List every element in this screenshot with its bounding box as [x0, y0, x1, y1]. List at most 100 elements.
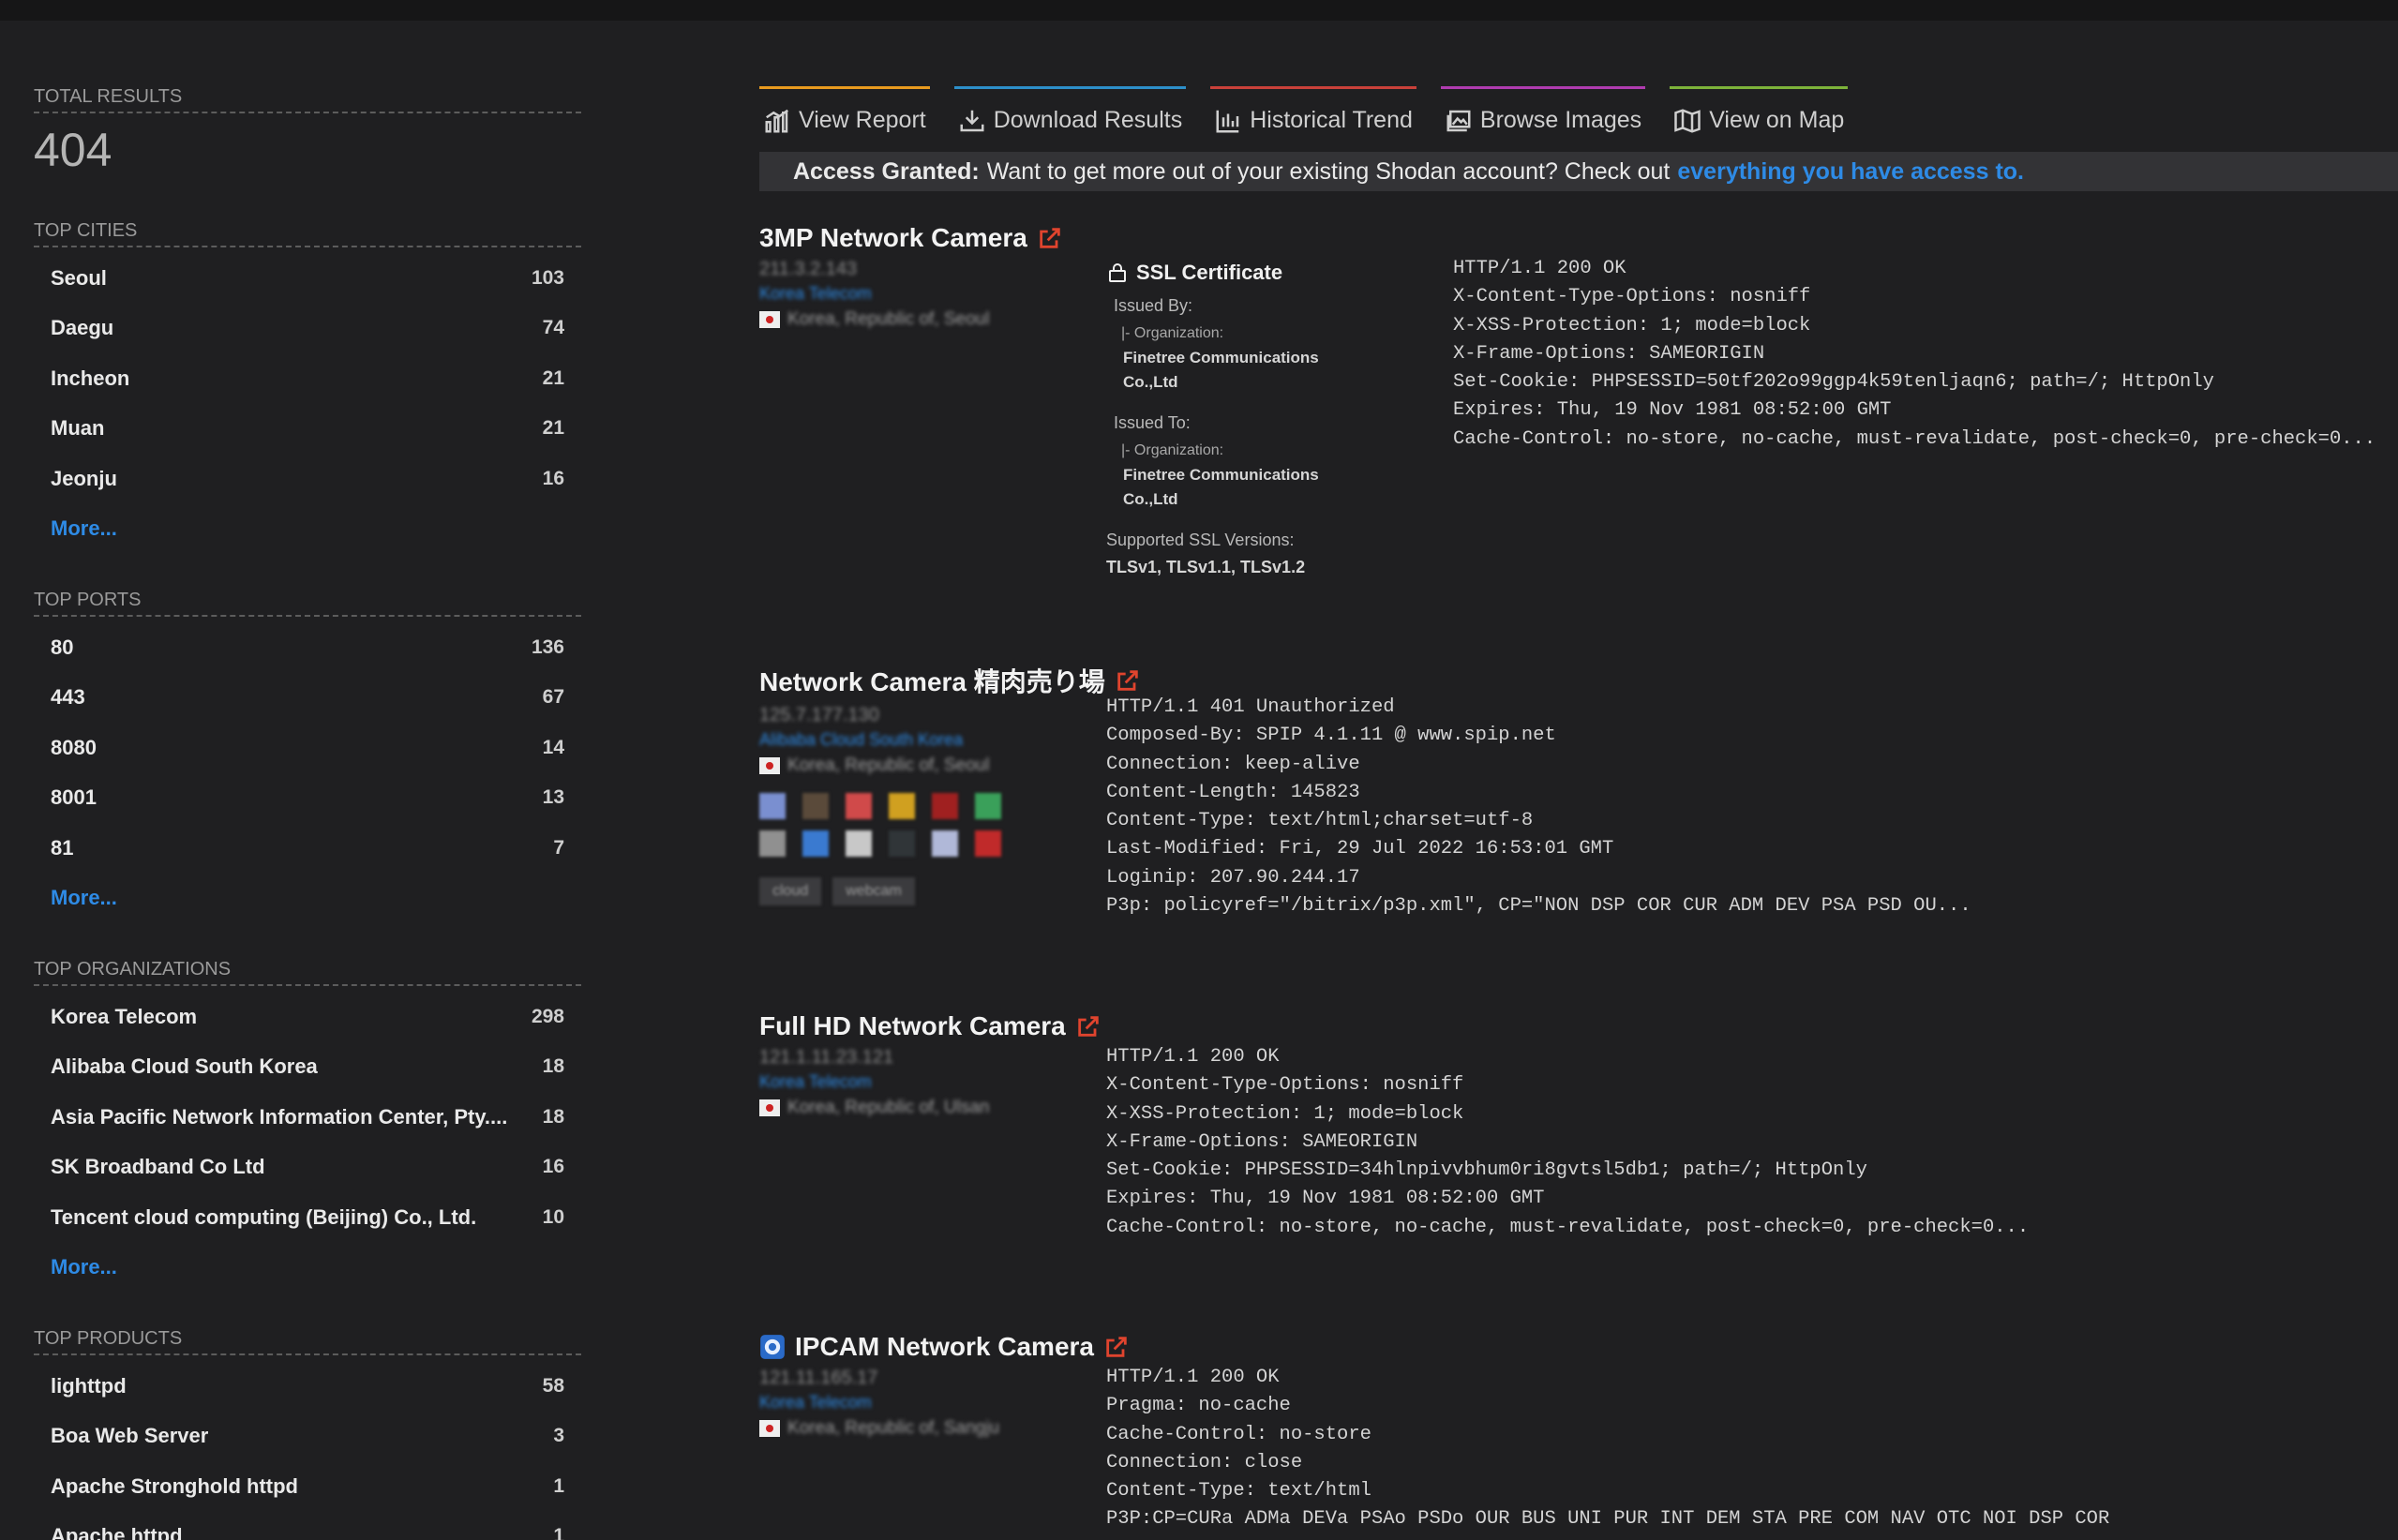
facet-item-port-80[interactable]: 80 136 — [34, 622, 581, 673]
facet-item-count: 58 — [542, 1374, 564, 1397]
thumbnail[interactable] — [846, 830, 872, 857]
thumbnail[interactable] — [846, 793, 872, 819]
flag-icon — [759, 757, 780, 774]
facet-item-org[interactable]: Korea Telecom 298 — [34, 992, 581, 1042]
tab-view-report[interactable]: View Report — [759, 86, 930, 139]
top-organizations-more-link[interactable]: More... — [34, 1243, 581, 1293]
facet-item-product[interactable]: Apache httpd 1 — [34, 1512, 581, 1540]
images-icon — [1446, 110, 1471, 131]
ssl-versions: TLSv1, TLSv1.1, TLSv1.2 — [1106, 558, 1306, 576]
top-organizations-facet: TOP ORGANIZATIONS Korea Telecom 298 Aliba… — [34, 959, 581, 1293]
tab-label: Historical Trend — [1250, 107, 1413, 133]
top-cities-facet: TOP CITIES Seoul 103 Daegu 74 Incheon 21 Mu… — [34, 220, 581, 554]
total-results-count: 404 — [34, 124, 112, 176]
flag-icon — [759, 1420, 780, 1437]
facet-item-count: 16 — [542, 467, 564, 489]
facet-title: TOP PORTS — [34, 590, 581, 617]
external-link-icon[interactable] — [1037, 225, 1063, 251]
facet-item-count: 74 — [542, 317, 564, 339]
facet-item-muan[interactable]: Muan 21 — [34, 404, 581, 455]
action-tabs: View Report Download Results Historical … — [759, 86, 2398, 139]
facet-item-org[interactable]: SK Broadband Co Ltd 16 — [34, 1143, 581, 1193]
tab-label: Download Results — [993, 107, 1183, 133]
facet-item-daegu[interactable]: Daegu 74 — [34, 304, 581, 354]
access-link[interactable]: everything you have access to. — [1677, 158, 2024, 186]
facet-item-count: 13 — [542, 786, 564, 809]
tab-historical-trend[interactable]: Historical Trend — [1210, 86, 1416, 139]
issued-by-label: Issued By: — [1114, 296, 1193, 315]
facet-item-name: Alibaba Cloud South Korea — [51, 1054, 318, 1079]
thumbnail[interactable] — [802, 830, 829, 857]
issued-to-org: Finetree Communications Co.,Ltd — [1123, 466, 1319, 508]
facet-item-org[interactable]: Asia Pacific Network Information Center,… — [34, 1092, 581, 1143]
facet-item-count: 10 — [542, 1205, 564, 1228]
facet-item-port-443[interactable]: 443 67 — [34, 673, 581, 724]
result-title-text: Network Camera 精肉売り場 — [759, 667, 1105, 696]
tag[interactable]: webcam — [832, 877, 915, 905]
facet-item-port-8080[interactable]: 8080 14 — [34, 723, 581, 773]
service-banner: HTTP/1.1 200 OK X-Content-Type-Options: … — [1106, 1046, 2030, 1238]
top-ports-more-link[interactable]: More... — [34, 874, 581, 924]
facet-item-incheon[interactable]: Incheon 21 — [34, 353, 581, 404]
facet-item-count: 136 — [531, 635, 564, 658]
external-link-icon[interactable] — [1075, 1013, 1102, 1039]
thumbnail[interactable] — [975, 830, 1001, 857]
facet-item-port-8001[interactable]: 8001 13 — [34, 773, 581, 824]
ssl-heading-text: SSL Certificate — [1136, 261, 1283, 284]
thumbnail[interactable] — [932, 793, 958, 819]
result-title[interactable]: Full HD Network Camera — [759, 1011, 2398, 1041]
thumbnail[interactable] — [889, 793, 915, 819]
thumbnail[interactable] — [975, 793, 1001, 819]
facet-item-count: 18 — [542, 1105, 564, 1128]
issued-by-org: Finetree Communications Co.,Ltd — [1123, 349, 1319, 391]
top-products-facet: TOP PRODUCTS lighttpd 58 Boa Web Server 3 … — [34, 1328, 581, 1540]
facet-item-port-81[interactable]: 81 7 — [34, 823, 581, 874]
result-title-text: 3MP Network Camera — [759, 223, 1027, 252]
result-title[interactable]: IPCAM Network Camera — [759, 1332, 2398, 1362]
download-icon — [960, 110, 984, 131]
thumbnail[interactable] — [889, 830, 915, 857]
top-bar — [0, 0, 2398, 21]
facet-item-name: Incheon — [51, 366, 130, 390]
service-banner: HTTP/1.1 401 Unauthorized Composed-By: S… — [1106, 696, 1971, 918]
facet-item-count: 103 — [531, 266, 564, 289]
result-item: Full HD Network Camera 121.1.11.23.121 K… — [759, 1011, 2398, 1238]
facet-item-org[interactable]: Alibaba Cloud South Korea 18 — [34, 1042, 581, 1093]
thumbnail[interactable] — [802, 793, 829, 819]
facet-item-name: 80 — [51, 635, 74, 659]
facet-item-org[interactable]: Tencent cloud computing (Beijing) Co., L… — [34, 1192, 581, 1243]
facet-item-name: Apache Stronghold httpd — [51, 1473, 298, 1498]
result-title-text: Full HD Network Camera — [759, 1011, 1066, 1040]
result-title[interactable]: 3MP Network Camera — [759, 223, 2398, 253]
location-text: Korea, Republic of, Ulsan — [787, 1098, 990, 1117]
top-cities-more-link[interactable]: More... — [34, 504, 581, 555]
facet-item-count: 21 — [542, 366, 564, 389]
tag[interactable]: cloud — [759, 877, 822, 905]
total-results-facet: TOTAL RESULTS 404 — [34, 86, 581, 177]
banner-bold: Access Granted: — [793, 157, 980, 185]
facet-item-product[interactable]: Boa Web Server 3 — [34, 1412, 581, 1462]
facet-title: TOP CITIES — [34, 220, 581, 247]
facet-item-count: 298 — [531, 1005, 564, 1027]
facet-item-jeonju[interactable]: Jeonju 16 — [34, 454, 581, 504]
thumbnail[interactable] — [759, 793, 786, 819]
facet-item-seoul[interactable]: Seoul 103 — [34, 253, 581, 304]
service-banner: HTTP/1.1 200 OK X-Content-Type-Options: … — [1453, 258, 2376, 450]
service-banner: HTTP/1.1 200 OK Pragma: no-cache Cache-C… — [1106, 1367, 2110, 1531]
tab-browse-images[interactable]: Browse Images — [1440, 86, 1646, 139]
camera-favicon-icon — [760, 1335, 785, 1359]
external-link-icon[interactable] — [1103, 1334, 1130, 1360]
tab-label: View on Map — [1709, 107, 1845, 133]
facet-item-name: 81 — [51, 835, 74, 860]
tab-download-results[interactable]: Download Results — [953, 86, 1187, 139]
bar-chart-icon — [1216, 110, 1239, 132]
facet-item-name: Seoul — [51, 265, 107, 290]
thumbnail[interactable] — [759, 830, 786, 857]
facet-item-name: 8080 — [51, 735, 97, 759]
external-link-icon[interactable] — [1115, 667, 1141, 694]
flag-icon — [759, 1099, 780, 1116]
facet-item-product[interactable]: lighttpd 58 — [34, 1361, 581, 1412]
thumbnail[interactable] — [932, 830, 958, 857]
facet-item-product[interactable]: Apache Stronghold httpd 1 — [34, 1461, 581, 1512]
tab-view-on-map[interactable]: View on Map — [1670, 86, 1849, 139]
